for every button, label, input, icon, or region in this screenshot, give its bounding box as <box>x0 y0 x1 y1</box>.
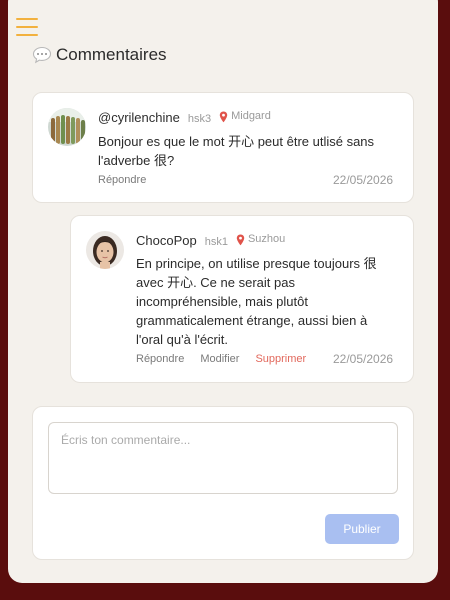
avatar[interactable] <box>86 231 124 269</box>
reply-button[interactable]: Répondre <box>136 353 184 365</box>
comment-date: 22/05/2026 <box>333 352 394 366</box>
app-panel: Commentaires @cyrilenchine hsk3 Midgard … <box>8 0 438 583</box>
avatar[interactable] <box>48 108 86 146</box>
speech-bubble-icon <box>32 46 52 64</box>
location-pin-icon <box>219 111 228 123</box>
location-pin-icon <box>236 234 245 246</box>
location-label: Midgard <box>231 110 271 122</box>
delete-button[interactable]: Supprimer <box>255 353 306 365</box>
user-level-badge: hsk1 <box>204 236 228 248</box>
user-location: Suzhou <box>236 233 286 246</box>
section-header: Commentaires <box>32 45 167 65</box>
user-level-badge: hsk3 <box>187 113 212 125</box>
comment-input[interactable] <box>48 422 398 494</box>
reply-button[interactable]: Répondre <box>98 174 146 186</box>
comment-text: Bonjour es que le mot 开心 peut être utlis… <box>98 134 375 168</box>
comment-card: @cyrilenchine hsk3 Midgard Bonjour es qu… <box>32 92 414 203</box>
comment-username[interactable]: @cyrilenchine <box>98 110 180 125</box>
comment-username[interactable]: ChocoPop <box>136 233 197 248</box>
comment-date: 22/05/2026 <box>333 173 394 187</box>
edit-button[interactable]: Modifier <box>200 353 239 365</box>
page-title: Commentaires <box>56 45 167 64</box>
location-label: Suzhou <box>247 233 286 245</box>
comment-text: En principe, on utilise presque toujours… <box>136 256 377 347</box>
hamburger-menu-icon[interactable] <box>16 18 38 36</box>
reply-comment-card: ChocoPop hsk1 Suzhou En principe, on uti… <box>70 215 414 383</box>
publish-button[interactable]: Publier <box>325 514 399 544</box>
user-location: Midgard <box>219 110 271 123</box>
